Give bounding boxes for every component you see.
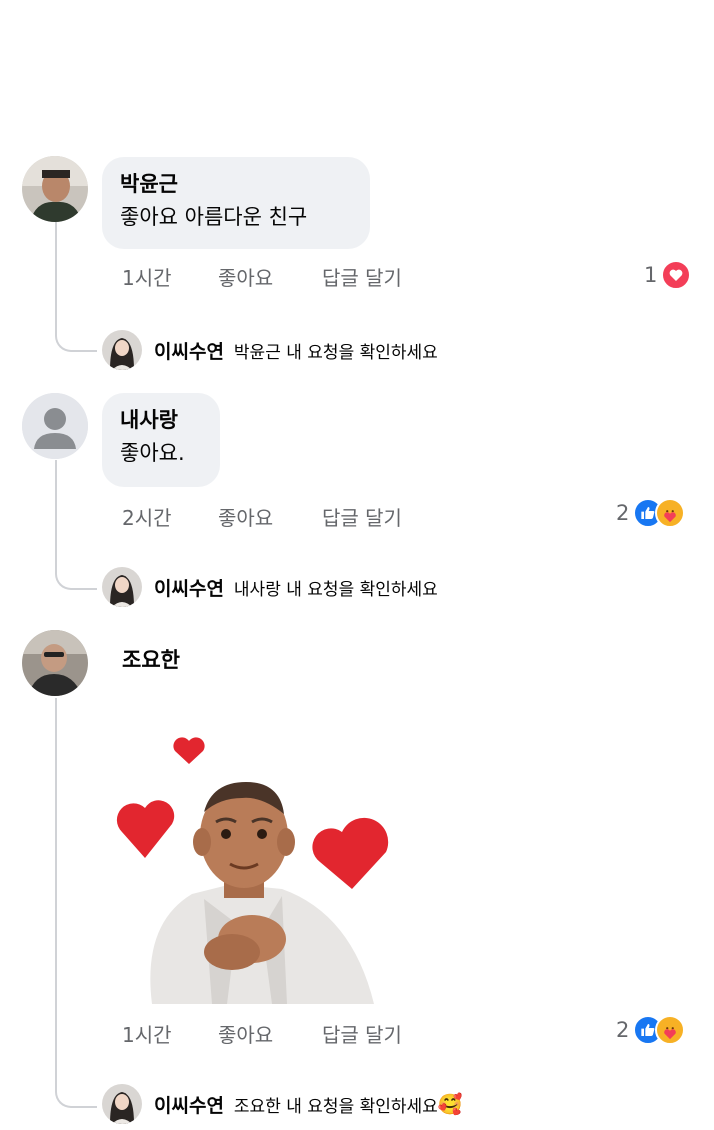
reply-text: 조요한 내 요청을 확인하세요	[233, 1096, 438, 1117]
comment-actions: 2시간 좋아요 답글 달기	[122, 502, 402, 531]
smiling-face-with-hearts-icon: 🥰	[437, 1092, 463, 1116]
like-button[interactable]: 좋아요	[218, 262, 322, 291]
reply-author[interactable]: 이씨수연	[154, 574, 224, 601]
reaction-summary[interactable]: 2	[616, 498, 686, 528]
default-avatar-icon	[22, 393, 88, 459]
like-button[interactable]: 좋아요	[218, 502, 322, 531]
reaction-count: 2	[616, 501, 630, 525]
heart-icon	[312, 817, 389, 889]
reply-button[interactable]: 답글 달기	[322, 1019, 402, 1048]
reply-item: 이씨수연 조요한 내 요청을 확인하세요 🥰	[102, 1084, 463, 1124]
heart-icon	[116, 800, 175, 858]
avatar[interactable]	[102, 1084, 142, 1124]
comment-author[interactable]: 내사랑	[120, 405, 202, 435]
thread-line	[55, 460, 97, 590]
avatar[interactable]	[102, 567, 142, 607]
reply-item: 이씨수연 박윤근 내 요청을 확인하세요	[102, 330, 438, 370]
thread-line	[55, 698, 97, 1108]
comment-time[interactable]: 2시간	[122, 502, 218, 531]
comment-text: 좋아요.	[120, 441, 185, 465]
reply-author[interactable]: 이씨수연	[154, 337, 224, 364]
comment-actions: 1시간 좋아요 답글 달기	[122, 1019, 402, 1048]
comment-actions: 1시간 좋아요 답글 달기	[122, 262, 402, 291]
reply-text: 박윤근 내 요청을 확인하세요	[233, 342, 438, 363]
avatar[interactable]	[22, 393, 88, 459]
reply-text: 내사랑 내 요청을 확인하세요	[233, 579, 438, 600]
comment-time[interactable]: 1시간	[122, 1019, 218, 1048]
reaction-summary[interactable]: 1	[644, 260, 692, 290]
heart-icon	[661, 260, 692, 290]
avatar[interactable]	[102, 330, 142, 370]
reply-button[interactable]: 답글 달기	[322, 502, 402, 531]
thread-line	[55, 222, 97, 352]
reply-item: 이씨수연 내사랑 내 요청을 확인하세요	[102, 567, 438, 607]
avatar[interactable]	[22, 630, 88, 696]
comment-text: 좋아요 아름다운 친구	[120, 205, 308, 229]
comment-author[interactable]: 조요한	[122, 644, 180, 674]
reaction-count: 1	[644, 263, 658, 287]
like-button[interactable]: 좋아요	[218, 1019, 322, 1048]
reaction-count: 2	[616, 1018, 630, 1042]
reply-button[interactable]: 답글 달기	[322, 262, 402, 291]
comment-bubble: 박윤근 좋아요 아름다운 친구	[102, 157, 370, 249]
avatar[interactable]	[22, 156, 88, 222]
reply-author[interactable]: 이씨수연	[154, 1091, 224, 1118]
comment-bubble: 내사랑 좋아요.	[102, 393, 220, 487]
avatar-sticker[interactable]	[112, 724, 392, 1009]
care-icon	[655, 1015, 686, 1045]
comment-author[interactable]: 박윤근	[120, 169, 352, 199]
comment-time[interactable]: 1시간	[122, 262, 218, 291]
heart-icon	[173, 737, 205, 764]
reaction-summary[interactable]: 2	[616, 1015, 686, 1045]
care-icon	[655, 498, 686, 528]
